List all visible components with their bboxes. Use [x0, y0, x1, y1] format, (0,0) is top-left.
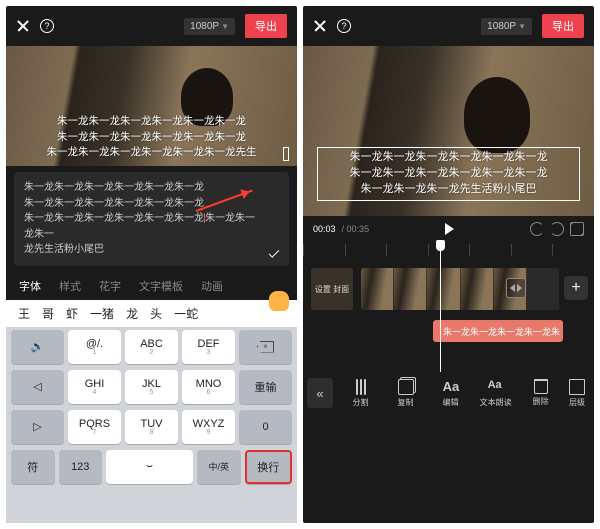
tool-edit[interactable]: Aa编辑: [429, 379, 472, 408]
key-enter[interactable]: 换行: [245, 450, 293, 484]
export-button[interactable]: 导出: [542, 14, 584, 38]
candidate[interactable]: 虾: [60, 305, 84, 322]
tool-copy[interactable]: 复制: [384, 379, 427, 408]
candidate[interactable]: 头: [144, 305, 168, 322]
top-bar: ? 1080P▼ 导出: [6, 6, 297, 46]
transition-icon[interactable]: [506, 278, 526, 298]
fullscreen-icon[interactable]: [570, 222, 584, 236]
candidate[interactable]: 哥: [36, 305, 60, 322]
keyboard: 王 哥 虾 一猪 龙 头 一蛇 🔉 @/.1 ABC2 DEF3 ◁ GHI4 …: [6, 300, 297, 524]
key-6[interactable]: MNO6: [182, 370, 235, 404]
close-icon[interactable]: [16, 19, 30, 33]
candidate[interactable]: 王: [12, 305, 36, 322]
key-0[interactable]: 0: [239, 410, 292, 444]
undo-icon[interactable]: [530, 222, 544, 236]
video-preview[interactable]: 朱一龙朱一龙朱一龙朱一龙朱一龙朱一龙 朱一龙朱一龙朱一龙朱一龙朱一龙朱一龙 朱一…: [303, 46, 594, 216]
resolution-button[interactable]: 1080P▼: [184, 18, 235, 35]
tool-read[interactable]: Aa文本朗读: [474, 379, 517, 408]
key-symbol[interactable]: 符: [11, 450, 55, 484]
candidate[interactable]: 一蛇: [168, 305, 204, 322]
help-icon[interactable]: ?: [40, 19, 54, 33]
key-voice[interactable]: 🔉: [11, 330, 64, 364]
key-2[interactable]: ABC2: [125, 330, 178, 364]
emoji-icon[interactable]: [269, 291, 289, 311]
playback-bar: 00:03 / 00:35: [303, 216, 594, 242]
candidate[interactable]: 龙: [120, 305, 144, 322]
key-left[interactable]: ◁: [11, 370, 64, 404]
text-overlay[interactable]: 朱一龙朱一龙朱一龙朱一龙朱一龙朱一龙 朱一龙朱一龙朱一龙朱一龙朱一龙朱一龙 朱一…: [303, 150, 594, 198]
help-icon[interactable]: ?: [337, 19, 351, 33]
candidate-bar: 王 哥 虾 一猪 龙 头 一蛇: [6, 300, 297, 327]
text-overlay[interactable]: 朱一龙朱一龙朱一龙朱一龙朱一龙朱一龙 朱一龙朱一龙朱一龙朱一龙朱一龙朱一龙 朱一…: [6, 114, 297, 160]
key-4[interactable]: GHI4: [68, 370, 121, 404]
tab-style[interactable]: 样式: [50, 272, 90, 300]
key-3[interactable]: DEF3: [182, 330, 235, 364]
tab-template[interactable]: 文字模板: [130, 272, 192, 300]
back-button[interactable]: «: [307, 378, 333, 408]
current-time: 00:03: [313, 224, 336, 234]
tab-flower[interactable]: 花字: [90, 272, 130, 300]
play-icon[interactable]: [445, 223, 454, 235]
key-9[interactable]: WXYZ9: [182, 410, 235, 444]
tool-delete[interactable]: 删除: [519, 379, 562, 407]
redo-icon[interactable]: [550, 222, 564, 236]
tab-animation[interactable]: 动画: [192, 272, 232, 300]
export-button[interactable]: 导出: [245, 14, 287, 38]
key-number[interactable]: 123: [59, 450, 103, 484]
text-track-clip[interactable]: 朱一龙朱一龙朱一龙朱一龙朱: [433, 320, 563, 342]
key-redo[interactable]: 重输: [239, 370, 292, 404]
set-cover-button[interactable]: 设置 封面: [311, 268, 353, 310]
top-bar: ? 1080P▼ 导出: [303, 6, 594, 46]
video-track[interactable]: [361, 268, 560, 310]
tool-layer[interactable]: 层级: [564, 379, 590, 408]
key-lang[interactable]: 中/英: [197, 450, 241, 484]
text-style-tabs: 字体 样式 花字 文字模板 动画: [6, 272, 297, 300]
add-clip-button[interactable]: +: [564, 276, 588, 300]
key-backspace[interactable]: [239, 330, 292, 364]
video-preview: 朱一龙朱一龙朱一龙朱一龙朱一龙朱一龙 朱一龙朱一龙朱一龙朱一龙朱一龙朱一龙 朱一…: [6, 46, 297, 166]
key-7[interactable]: PQRS7: [68, 410, 121, 444]
key-space[interactable]: ⌣: [106, 450, 193, 484]
close-icon[interactable]: [313, 19, 327, 33]
timeline[interactable]: 设置 封面 + 朱一龙朱一龙朱一龙朱一龙朱: [303, 242, 594, 372]
tab-font[interactable]: 字体: [10, 272, 50, 300]
key-right[interactable]: ▷: [11, 410, 64, 444]
confirm-icon[interactable]: [265, 242, 283, 260]
candidate[interactable]: 一猪: [84, 305, 120, 322]
tool-split[interactable]: 分割: [339, 379, 382, 408]
playhead[interactable]: [440, 242, 442, 372]
key-1[interactable]: @/.1: [68, 330, 121, 364]
key-8[interactable]: TUV8: [125, 410, 178, 444]
total-time: / 00:35: [342, 224, 370, 234]
bottom-toolbar: « 分割 复制 Aa编辑 Aa文本朗读 删除 层级: [303, 372, 594, 414]
resolution-button[interactable]: 1080P▼: [481, 18, 532, 35]
time-ruler: [303, 244, 594, 256]
text-input[interactable]: 朱一龙朱一龙朱一龙朱一龙朱一龙朱一龙 朱一龙朱一龙朱一龙朱一龙朱一龙朱一龙 朱一…: [14, 172, 289, 266]
key-5[interactable]: JKL5: [125, 370, 178, 404]
